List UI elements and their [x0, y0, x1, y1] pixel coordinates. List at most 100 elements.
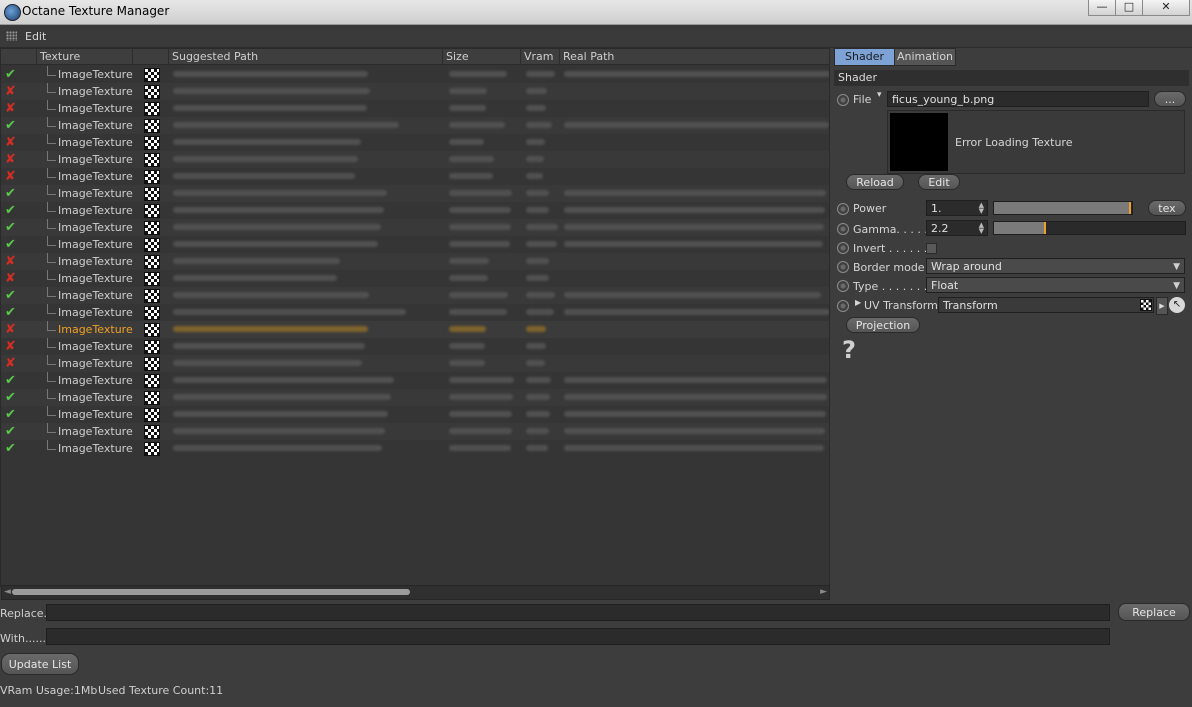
scroll-right-icon[interactable]: ► — [820, 587, 827, 597]
table-row[interactable]: ✔ ImageTexture — [1, 117, 829, 134]
horizontal-scrollbar[interactable]: ◄ ► — [1, 585, 830, 600]
table-row[interactable]: ✔ ImageTexture — [1, 287, 829, 304]
replace-input[interactable] — [46, 604, 1110, 621]
redacted-cell — [173, 326, 368, 332]
status-column-header[interactable] — [1, 49, 37, 65]
edit-button[interactable]: Edit — [918, 174, 960, 190]
table-row[interactable]: ✔ ImageTexture — [1, 389, 829, 406]
invert-checkbox[interactable] — [926, 243, 937, 254]
check-icon: ✔ — [5, 67, 16, 82]
tab-shader[interactable]: Shader — [834, 48, 895, 66]
table-row[interactable]: ✘ ImageTexture — [1, 355, 829, 372]
table-row[interactable]: ✔ ImageTexture — [1, 202, 829, 219]
file-dropdown-arrow-icon[interactable]: ▾ — [877, 90, 882, 100]
redacted-cell — [564, 224, 824, 230]
redacted-cell — [564, 394, 827, 400]
redacted-cell — [526, 326, 546, 332]
table-row[interactable]: ✘ ImageTexture — [1, 83, 829, 100]
table-row[interactable]: ✔ ImageTexture — [1, 219, 829, 236]
maximize-button[interactable]: □ — [1115, 0, 1143, 16]
gamma-anim-radio-icon[interactable] — [837, 223, 849, 235]
gamma-spinner-icon[interactable]: ▲ ▼ — [979, 222, 984, 235]
with-input[interactable] — [46, 628, 1110, 645]
redacted-cell — [449, 88, 487, 94]
redacted-cell — [449, 122, 505, 128]
update-list-button[interactable]: Update List — [1, 653, 79, 675]
type-dropdown-arrow-icon: ▼ — [1173, 281, 1180, 291]
uv-checker-icon[interactable] — [1140, 299, 1152, 311]
projection-button[interactable]: Projection — [846, 317, 920, 333]
suggested-path-column-header[interactable]: Suggested Path — [169, 49, 443, 65]
file-path-field[interactable]: ficus_young_b.png — [887, 91, 1149, 107]
uv-expand-arrow-icon[interactable]: ▶ — [855, 298, 861, 307]
tree-connector — [47, 287, 56, 297]
texture-name: ImageTexture — [58, 204, 133, 217]
close-button[interactable]: ✕ — [1142, 0, 1190, 16]
file-anim-radio-icon[interactable] — [837, 94, 849, 106]
table-row[interactable]: ✔ ImageTexture — [1, 440, 829, 457]
redacted-cell — [449, 105, 486, 111]
uv-more-arrow-icon[interactable]: ▶ — [1156, 297, 1168, 315]
redacted-cell — [449, 360, 485, 366]
table-row[interactable]: ✔ ImageTexture — [1, 423, 829, 440]
cinema4d-app-icon — [4, 4, 21, 21]
table-row[interactable]: ✔ ImageTexture — [1, 236, 829, 253]
type-anim-radio-icon[interactable] — [837, 280, 849, 292]
redacted-cell — [173, 428, 385, 434]
texture-thumbnail-icon — [144, 408, 160, 422]
table-row[interactable]: ✘ ImageTexture — [1, 321, 829, 338]
table-row[interactable]: ✔ ImageTexture — [1, 372, 829, 389]
size-column-header[interactable]: Size — [443, 49, 521, 65]
table-row[interactable]: ✘ ImageTexture — [1, 168, 829, 185]
reload-button[interactable]: Reload — [846, 174, 904, 190]
redacted-cell — [449, 377, 514, 383]
redacted-cell — [449, 275, 488, 281]
error-x-icon: ✘ — [5, 254, 16, 269]
power-spinner-icon[interactable]: ▲ ▼ — [979, 202, 984, 215]
scroll-thumb[interactable] — [12, 589, 410, 595]
uv-pick-cursor-icon[interactable]: ↖ — [1169, 297, 1185, 313]
border-mode-dropdown[interactable]: Wrap around ▼ — [926, 258, 1185, 274]
table-row[interactable]: ✘ ImageTexture — [1, 338, 829, 355]
real-path-column-header[interactable]: Real Path — [560, 49, 829, 65]
browse-file-button[interactable]: ... — [1154, 91, 1186, 107]
table-row[interactable]: ✘ ImageTexture — [1, 134, 829, 151]
table-row[interactable]: ✘ ImageTexture — [1, 253, 829, 270]
table-row[interactable]: ✔ ImageTexture — [1, 66, 829, 83]
gamma-slider[interactable] — [993, 221, 1186, 235]
texture-rows: ✔ ImageTexture ✘ ImageTexture ✘ ImageTexture ✔… — [1, 66, 829, 457]
invert-anim-radio-icon[interactable] — [837, 242, 849, 254]
power-anim-radio-icon[interactable] — [837, 203, 849, 215]
redacted-cell — [449, 241, 510, 247]
redacted-cell — [564, 445, 824, 451]
table-row[interactable]: ✔ ImageTexture — [1, 185, 829, 202]
border-anim-radio-icon[interactable] — [837, 261, 849, 273]
table-row[interactable]: ✘ ImageTexture — [1, 270, 829, 287]
vram-column-header[interactable]: Vram — [521, 49, 560, 65]
table-row[interactable]: ✔ ImageTexture — [1, 406, 829, 423]
tree-connector — [47, 151, 56, 161]
table-row[interactable]: ✔ ImageTexture — [1, 304, 829, 321]
power-value-field[interactable]: 1. ▲ ▼ — [926, 200, 988, 216]
scroll-left-icon[interactable]: ◄ — [4, 587, 11, 597]
texture-column-header[interactable]: Texture — [37, 49, 133, 65]
table-row[interactable]: ✘ ImageTexture — [1, 151, 829, 168]
texture-name: ImageTexture — [58, 187, 133, 200]
texture-thumbnail-icon — [144, 119, 160, 133]
gamma-value-field[interactable]: 2.2 ▲ ▼ — [926, 220, 988, 236]
table-row[interactable]: ✘ ImageTexture — [1, 100, 829, 117]
menu-edit[interactable]: Edit — [25, 30, 46, 43]
uv-anim-radio-icon[interactable] — [837, 300, 849, 312]
replace-button[interactable]: Replace — [1118, 603, 1190, 621]
uv-transform-field[interactable]: Transform — [938, 297, 1154, 313]
help-question-icon[interactable]: ? — [842, 336, 856, 364]
preview-column-header[interactable] — [133, 49, 169, 65]
minimize-button[interactable]: — — [1088, 0, 1116, 16]
power-slider[interactable] — [993, 201, 1133, 215]
type-dropdown[interactable]: Float ▼ — [926, 277, 1185, 293]
grip-icon[interactable] — [6, 31, 17, 41]
tab-animation[interactable]: Animation — [894, 48, 956, 66]
tree-connector — [47, 321, 56, 331]
tex-button[interactable]: tex — [1148, 200, 1186, 216]
check-icon: ✔ — [5, 407, 16, 422]
